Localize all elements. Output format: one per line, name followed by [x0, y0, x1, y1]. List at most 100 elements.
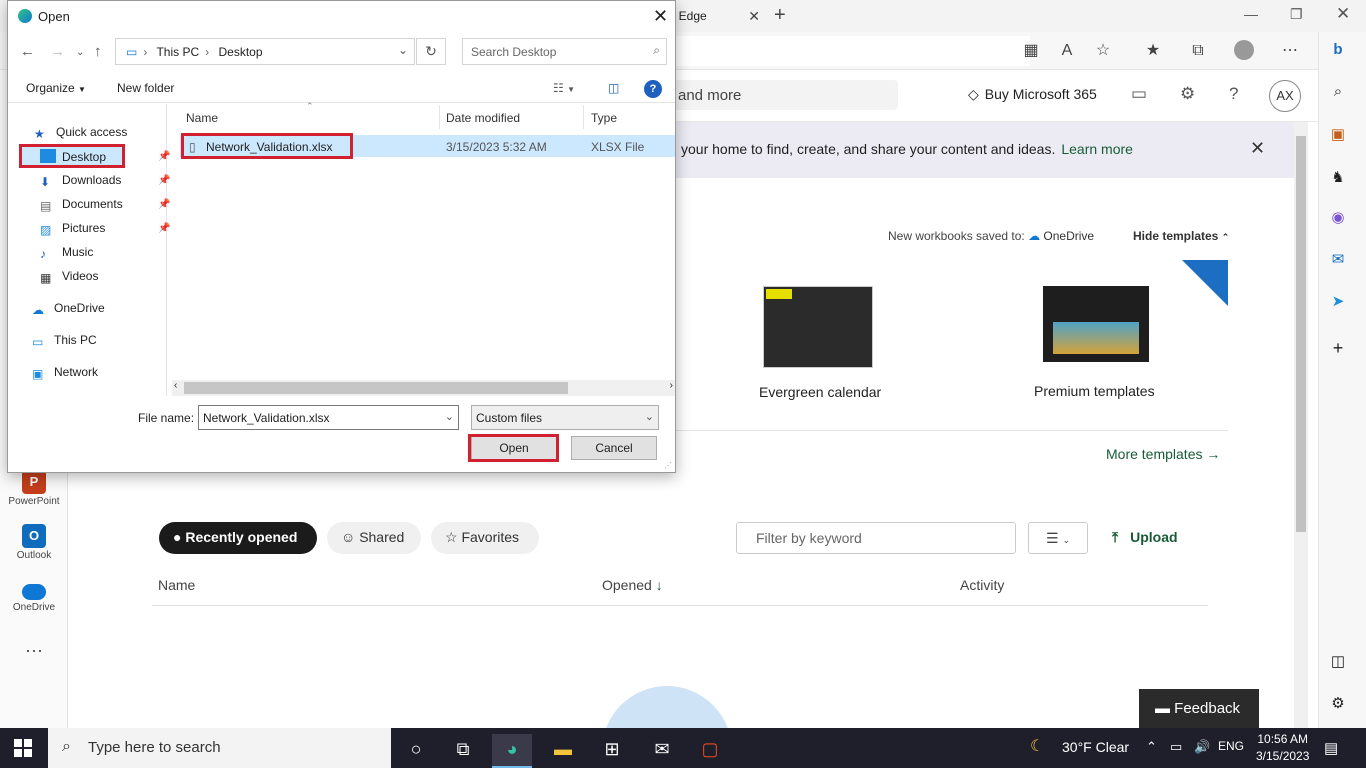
nav-documents[interactable]: ▤ Documents [40, 197, 123, 213]
mail-icon[interactable]: ✉ [642, 734, 682, 768]
clock[interactable]: 10:56 AM 3/15/2023 [1256, 731, 1309, 765]
network-icon[interactable]: ▭ [1170, 739, 1182, 755]
column-header-date[interactable]: Date modified [446, 111, 520, 125]
avatar[interactable]: AX [1269, 80, 1301, 112]
address-bar[interactable] [672, 36, 1030, 66]
nav-downloads[interactable]: ⬇ Downloads [40, 173, 121, 189]
scroll-right-icon[interactable]: › [670, 380, 673, 391]
filter-input[interactable]: Filter by keyword [736, 522, 1016, 554]
windows-start-icon[interactable] [14, 739, 32, 757]
column-header-name[interactable]: Name [186, 111, 218, 125]
column-divider[interactable] [583, 105, 584, 129]
office-icon[interactable]: ▢ [690, 734, 730, 768]
premium-templates-thumbnail[interactable] [1043, 286, 1149, 362]
outlook-icon[interactable]: ✉ [1328, 250, 1348, 270]
breadcrumb-this-pc[interactable]: This PC [156, 45, 199, 59]
tab-recently-opened[interactable]: ● Recently opened [159, 522, 317, 554]
browser-tab[interactable]: t Edge ✕ [672, 0, 772, 32]
notification-icon[interactable]: ▤ [1324, 739, 1338, 757]
volume-icon[interactable]: 🔊 [1194, 739, 1210, 755]
preview-pane-icon[interactable]: ◫ [608, 81, 619, 95]
view-options-icon[interactable]: ☷ ▼ [553, 81, 575, 95]
scrollbar-thumb[interactable] [184, 382, 568, 394]
chevron-down-icon[interactable]: ⌄ [398, 43, 408, 57]
scroll-left-icon[interactable]: ‹ [174, 380, 177, 391]
edge-taskbar-icon[interactable]: ◕ [492, 734, 532, 768]
upload-button[interactable]: ⤒ Upload [1112, 529, 1178, 546]
close-icon[interactable]: ✕ [1250, 138, 1265, 159]
breadcrumb-desktop[interactable]: Desktop [219, 45, 263, 59]
help-icon[interactable]: ? [644, 80, 662, 98]
nav-videos[interactable]: ▦ Videos [40, 269, 98, 285]
chevron-up-icon[interactable]: ⌃ [1146, 739, 1157, 755]
send-icon[interactable]: ➤ [1328, 292, 1348, 312]
new-folder-button[interactable]: New folder [117, 81, 174, 95]
weather-text[interactable]: 30°F Clear [1062, 739, 1129, 755]
file-explorer-icon[interactable]: ▬ [543, 734, 583, 768]
store-icon[interactable]: ⊞ [592, 734, 632, 768]
nav-desktop[interactable]: Desktop [40, 149, 106, 164]
search-input[interactable]: and more [672, 80, 898, 110]
buy-microsoft-365-link[interactable]: ◇ Buy Microsoft 365 [968, 86, 1097, 103]
bing-icon[interactable]: b [1328, 40, 1348, 60]
restore-icon[interactable]: ❐ [1290, 6, 1303, 23]
column-header-name[interactable]: Name [158, 577, 195, 593]
nav-music[interactable]: ♪ Music [40, 245, 93, 261]
copilot-icon[interactable]: ◉ [1328, 208, 1348, 228]
horizontal-scrollbar[interactable]: ‹ › [172, 380, 675, 396]
video-icon[interactable]: ▭ [1131, 84, 1147, 104]
help-icon[interactable]: ? [1229, 84, 1238, 104]
more-templates-link[interactable]: More templates → [1106, 446, 1220, 462]
saved-to-location[interactable]: OneDrive [1043, 229, 1094, 243]
column-divider[interactable] [439, 105, 440, 129]
column-header-activity[interactable]: Activity [960, 577, 1004, 593]
file-name-input[interactable]: Network_Validation.xlsx ⌄ [198, 405, 459, 430]
more-menu-icon[interactable]: ⋯ [1279, 40, 1301, 62]
cancel-button[interactable]: Cancel [571, 436, 657, 460]
task-view-icon[interactable]: ⧉ [443, 734, 483, 768]
new-tab-icon[interactable]: + [774, 4, 786, 27]
hide-templates-button[interactable]: Hide templates ⌃ [1133, 229, 1229, 243]
favorite-add-icon[interactable]: ☆ [1092, 40, 1114, 62]
search-icon[interactable]: ⌕ [1328, 82, 1348, 102]
refresh-icon[interactable]: ↻ [416, 38, 446, 65]
evergreen-calendar-thumbnail[interactable] [763, 286, 873, 368]
settings-icon[interactable]: ⚙ [1180, 84, 1195, 104]
address-path[interactable]: ▭ › This PC › Desktop ⌄ [115, 38, 415, 65]
file-name[interactable]: Network_Validation.xlsx [206, 140, 333, 154]
add-icon[interactable]: + [1328, 338, 1348, 358]
rail-onedrive[interactable]: OneDrive [0, 580, 68, 613]
more-apps-icon[interactable]: ··· [0, 640, 68, 661]
tab-favorites[interactable]: ☆ Favorites [431, 522, 539, 554]
rail-powerpoint[interactable]: P PowerPoint [0, 470, 68, 507]
nav-pictures[interactable]: ▨ Pictures [40, 221, 105, 237]
nav-network[interactable]: ▣ Network [32, 365, 98, 381]
recent-locations-icon[interactable]: ⌄ [76, 47, 84, 58]
search-desktop-input[interactable]: Search Desktop ⌕ [462, 38, 667, 65]
close-icon[interactable]: ✕ [653, 6, 668, 27]
profile-icon[interactable] [1234, 40, 1254, 60]
nav-this-pc[interactable]: ▭ This PC [32, 333, 97, 349]
chess-icon[interactable]: ♞ [1328, 168, 1348, 188]
learn-more-link[interactable]: Learn more [1061, 141, 1133, 157]
up-icon[interactable]: ↑ [94, 43, 102, 60]
nav-quick-access[interactable]: ★ Quick access [34, 125, 127, 141]
column-header-type[interactable]: Type [591, 111, 617, 125]
nav-onedrive[interactable]: ☁ OneDrive [32, 301, 105, 317]
language-indicator[interactable]: ENG [1218, 739, 1244, 753]
collections-icon[interactable]: ⧉ [1187, 40, 1209, 62]
chevron-down-icon[interactable]: ⌄ [445, 410, 454, 423]
column-header-opened[interactable]: Opened ↓ [602, 577, 663, 593]
template-label[interactable]: Evergreen calendar [759, 384, 881, 400]
cortana-icon[interactable]: ○ [396, 734, 436, 768]
close-tab-icon[interactable]: ✕ [748, 8, 760, 25]
briefcase-icon[interactable]: ▣ [1328, 125, 1348, 145]
back-icon[interactable]: ← [20, 43, 35, 60]
sort-filter-button[interactable]: ☰ ⌄ [1028, 522, 1088, 554]
rail-outlook[interactable]: O Outlook [0, 524, 68, 561]
template-label[interactable]: Premium templates [1034, 383, 1155, 399]
settings-icon[interactable]: ⚙ [1328, 694, 1348, 714]
favorites-icon[interactable]: ★ [1142, 40, 1164, 62]
organize-menu[interactable]: Organize ▼ [26, 81, 86, 95]
resize-grip-icon[interactable]: ⋰ [664, 461, 672, 470]
